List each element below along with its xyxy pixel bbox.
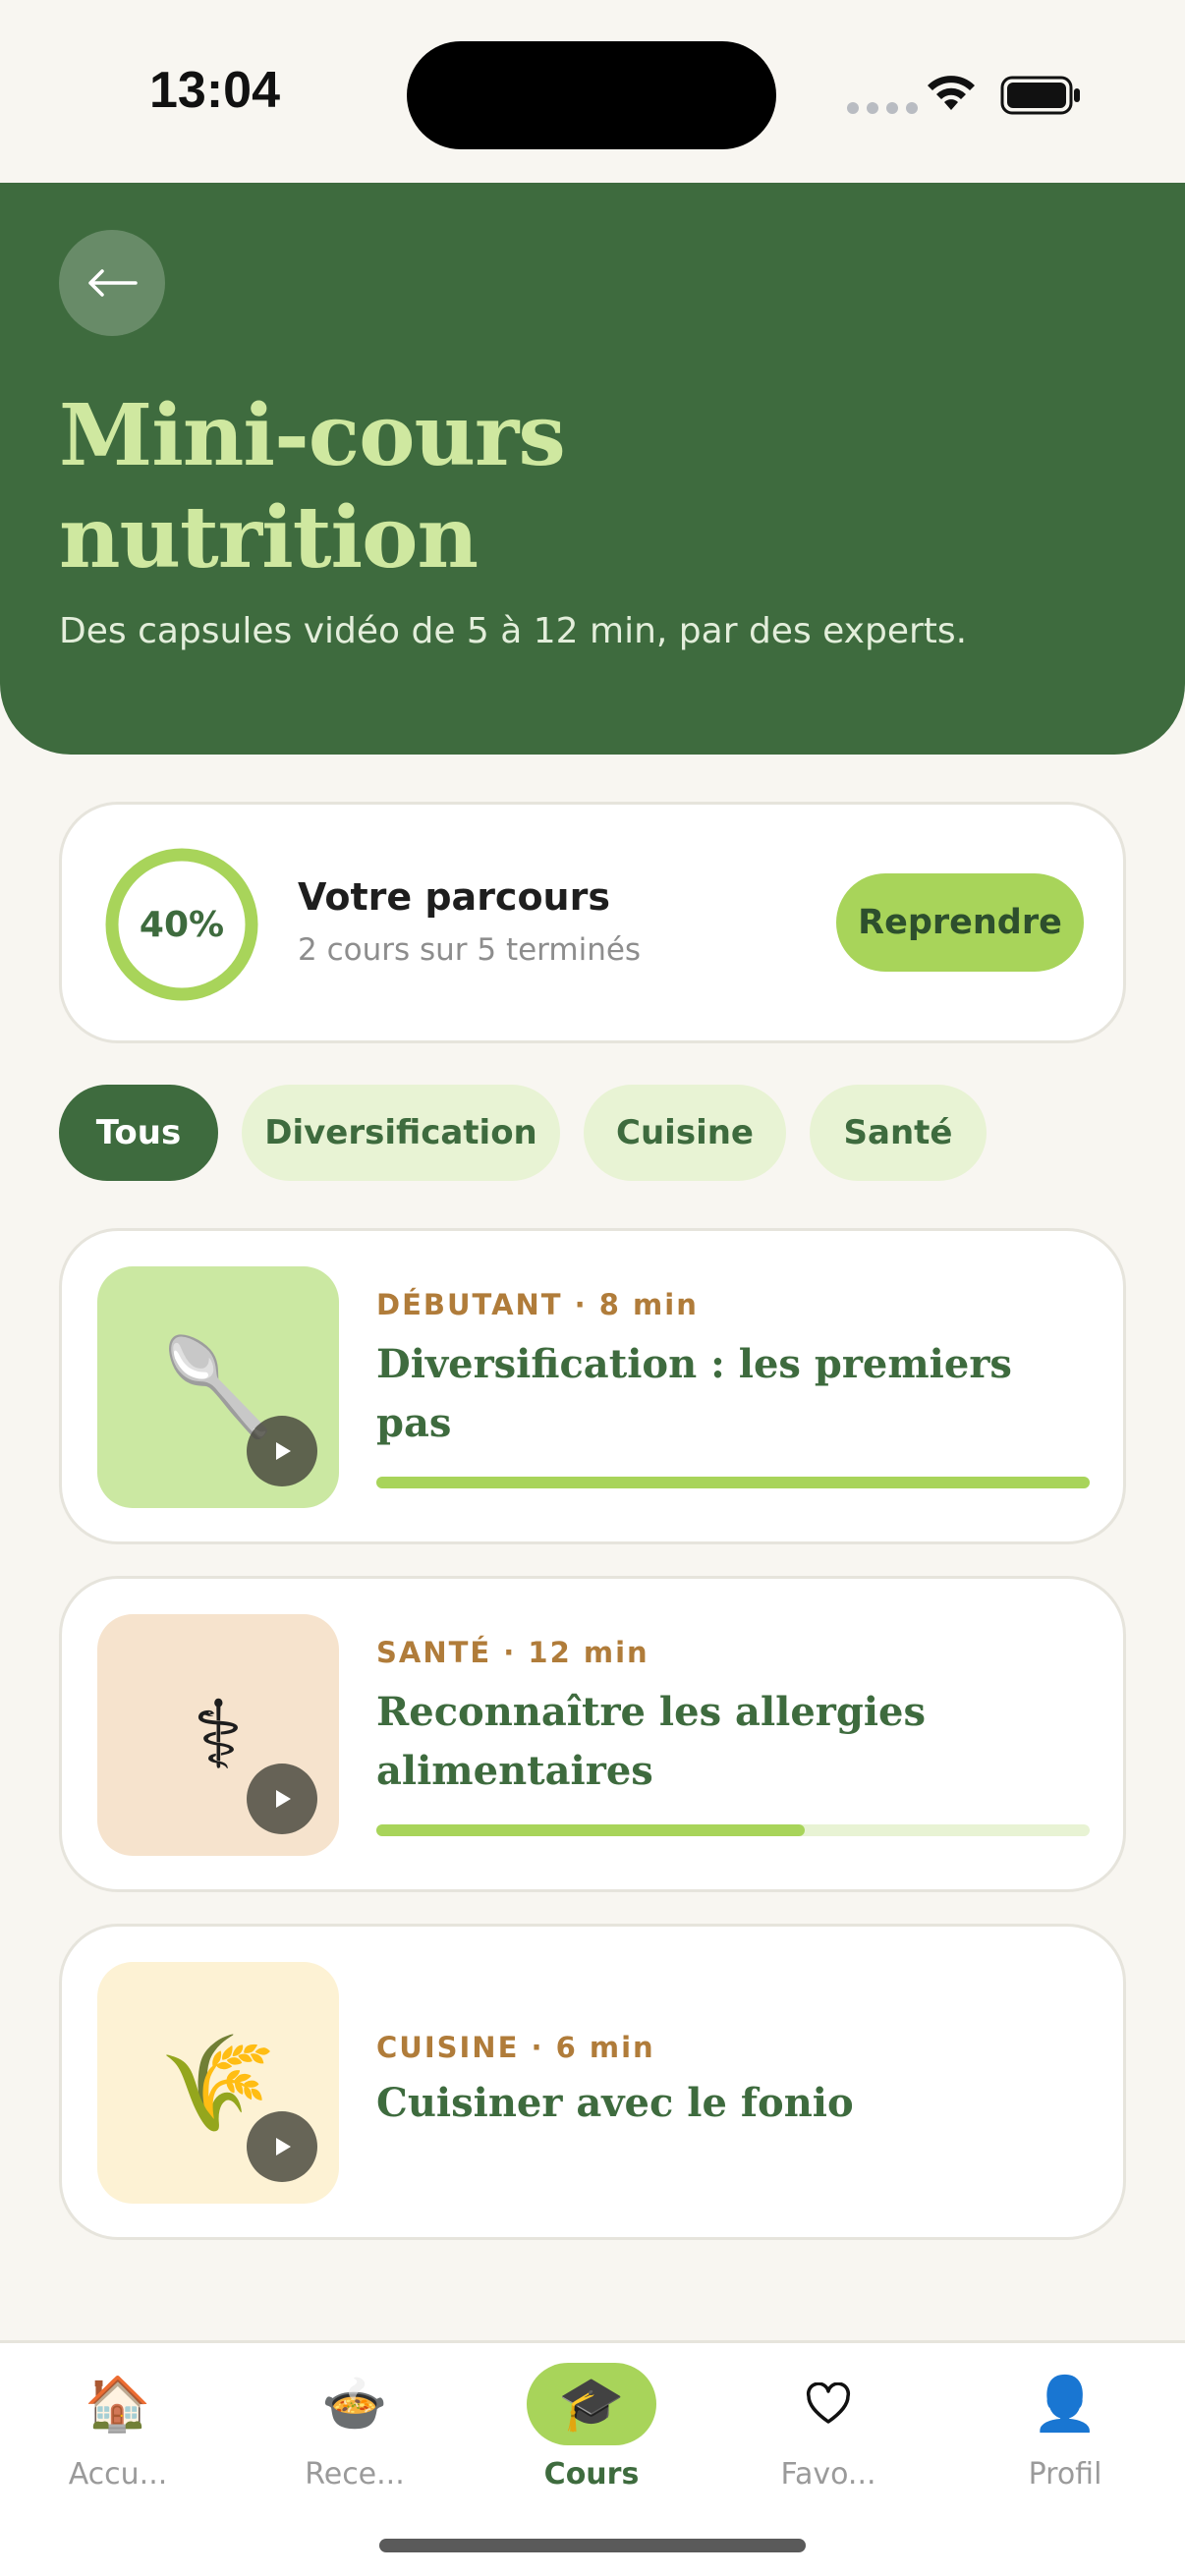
- tab-label: Accu...: [68, 2457, 168, 2492]
- play-button[interactable]: [247, 1416, 317, 1486]
- course-progress-bar: [376, 1477, 1090, 1488]
- bowl-icon: 🍲: [321, 2373, 388, 2435]
- progress-title: Votre parcours: [298, 875, 610, 919]
- course-title: Cuisiner avec le fonio: [376, 2080, 854, 2126]
- status-time: 13:04: [149, 62, 280, 119]
- course-progress-bar: [376, 1824, 1090, 1836]
- tab-profil[interactable]: 👤 Profil: [967, 2363, 1163, 2510]
- course-card[interactable]: 🥄 DÉBUTANT · 8 min Diversification : les…: [59, 1228, 1126, 1544]
- course-meta: SANTÉ · 12 min: [376, 1636, 649, 1669]
- filter-chip-diversification[interactable]: Diversification: [242, 1085, 560, 1181]
- header: Mini-cours nutrition Des capsules vidéo …: [0, 183, 1185, 755]
- course-title: Reconnaître les allergies alimentaires: [376, 1689, 926, 1794]
- play-button[interactable]: [247, 2111, 317, 2182]
- page-title: Mini-cours nutrition: [59, 386, 566, 588]
- progress-subtitle: 2 cours sur 5 terminés: [298, 932, 642, 968]
- tab-favoris[interactable]: Favo...: [730, 2363, 927, 2510]
- tab-label: Favo...: [780, 2457, 876, 2492]
- course-thumbnail: 🥄: [97, 1266, 339, 1508]
- house-icon: 🏠: [85, 2373, 151, 2435]
- back-button[interactable]: [59, 230, 165, 336]
- tab-accueil[interactable]: 🏠 Accu...: [20, 2363, 216, 2510]
- tab-cours[interactable]: 🎓 Cours: [493, 2363, 690, 2510]
- graduation-cap-icon: 🎓: [527, 2363, 656, 2445]
- page-subtitle: Des capsules vidéo de 5 à 12 min, par de…: [59, 611, 968, 651]
- course-meta: DÉBUTANT · 8 min: [376, 1288, 699, 1321]
- course-card[interactable]: ⚕ SANTÉ · 12 min Reconnaître les allergi…: [59, 1576, 1126, 1892]
- dynamic-island: [407, 41, 776, 149]
- filter-chip-cuisine[interactable]: Cuisine: [584, 1085, 786, 1181]
- home-indicator: [379, 2539, 806, 2552]
- course-progress-fill: [376, 1477, 1090, 1488]
- course-progress-fill: [376, 1824, 805, 1836]
- progress-card: 40% Votre parcours 2 cours sur 5 terminé…: [59, 802, 1126, 1043]
- play-icon: [276, 1790, 291, 1808]
- tab-label: Rece...: [305, 2457, 405, 2492]
- filter-chip-sante[interactable]: Santé: [810, 1085, 987, 1181]
- course-thumbnail: ⚕: [97, 1614, 339, 1856]
- course-meta: CUISINE · 6 min: [376, 2031, 655, 2064]
- play-button[interactable]: [247, 1764, 317, 1834]
- course-title: Diversification : les premiers pas: [376, 1341, 1012, 1446]
- progress-percent: 40%: [139, 904, 225, 945]
- heart-icon: [763, 2363, 893, 2445]
- resume-button[interactable]: Reprendre: [836, 873, 1084, 972]
- user-icon: 👤: [1032, 2373, 1099, 2435]
- play-icon: [276, 1442, 291, 1460]
- tab-recettes[interactable]: 🍲 Rece...: [256, 2363, 453, 2510]
- tab-label: Cours: [543, 2457, 640, 2492]
- course-thumbnail: 🌾: [97, 1962, 339, 2204]
- wifi-icon: [928, 76, 975, 110]
- filter-chip-tous[interactable]: Tous: [59, 1085, 218, 1181]
- signal-dots-icon: [847, 102, 918, 114]
- arrow-left-icon: [88, 269, 138, 297]
- battery-icon: [1000, 76, 1080, 115]
- play-icon: [276, 2138, 291, 2156]
- tab-label: Profil: [1028, 2457, 1102, 2492]
- course-card[interactable]: 🌾 CUISINE · 6 min Cuisiner avec le fonio: [59, 1924, 1126, 2240]
- status-bar: 13:04: [0, 0, 1185, 183]
